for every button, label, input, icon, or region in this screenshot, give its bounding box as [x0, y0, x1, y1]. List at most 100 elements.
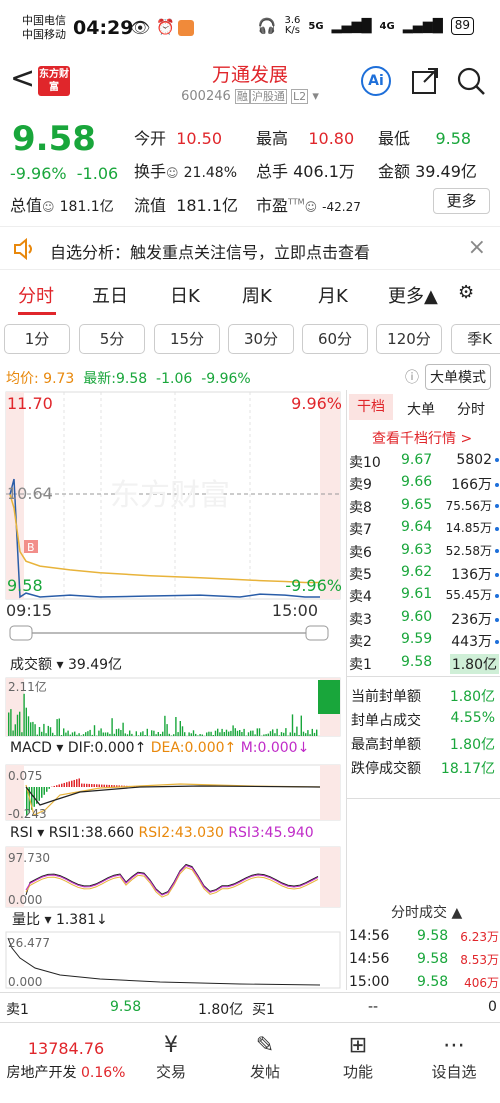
- macd-header[interactable]: MACD ▾ DIF:0.000↑ DEA:0.000↑ M:0.000↓: [10, 740, 309, 756]
- time-sales-title[interactable]: 分时成交 ▲: [391, 902, 462, 922]
- seal-stat-row: 跌停成交额 18.17亿: [351, 758, 497, 778]
- scroll-handle-right[interactable]: [305, 625, 329, 641]
- ask-price: 9.62: [401, 564, 433, 580]
- ask-volume: 14.85万: [446, 519, 499, 536]
- more-quote-button[interactable]: 更多: [433, 188, 490, 214]
- tab-daily-k[interactable]: 日K: [170, 282, 200, 308]
- order-book-panel: 干档 大单 分时 查看千档行情 > 卖10 9.67 5802 卖9 9.66 166万卖…: [346, 390, 500, 990]
- nav-trade[interactable]: ¥ 交易: [146, 1031, 196, 1082]
- ask-row[interactable]: 卖4 9.61 55.45万: [349, 586, 499, 608]
- ask-volume: 52.58万: [446, 542, 499, 559]
- tab-intraday[interactable]: 分时: [18, 282, 54, 308]
- search-icon[interactable]: [456, 66, 486, 96]
- interval-quarter-k[interactable]: 季K: [451, 324, 500, 354]
- speaker-icon: [14, 238, 32, 260]
- tab-big-order[interactable]: 大单: [407, 399, 435, 419]
- status-bar: 中国电信 中国移动 04:29 👁 ⏰ 🎧 3.6 K/s 5G ▂▄▆█ 4G ▂…: [0, 0, 500, 56]
- view-full-book-link[interactable]: 查看千档行情 >: [372, 428, 472, 448]
- ask-row[interactable]: 卖9 9.66 166万: [349, 474, 499, 496]
- close-icon[interactable]: ×: [468, 235, 486, 260]
- tab-five-day[interactable]: 五日: [92, 282, 128, 308]
- tick-time: 15:00: [349, 974, 390, 990]
- ask-price: 9.59: [401, 631, 433, 648]
- ask-row[interactable]: 卖10 9.67 5802: [349, 452, 499, 474]
- ask-level: 卖5: [349, 567, 372, 583]
- tab-time-sales[interactable]: 分时: [457, 399, 485, 419]
- nav-functions[interactable]: ⊞ 功能: [333, 1031, 383, 1082]
- ask-level: 卖1: [349, 656, 372, 673]
- ask-volume: 1.80亿: [449, 653, 499, 674]
- ask-volume: 75.56万: [446, 497, 499, 514]
- interval-5m[interactable]: 5分: [79, 324, 145, 354]
- grid-icon: ⊞: [348, 1033, 368, 1058]
- more-dots-icon: ⋯: [443, 1033, 465, 1058]
- ask-row[interactable]: 卖1 9.58 1.80亿: [349, 653, 499, 676]
- interval-30m[interactable]: 30分: [228, 324, 294, 354]
- tick-price: 9.58: [417, 928, 449, 944]
- signal-bars-icon: ▂▄▆█: [331, 18, 372, 34]
- settings-gear-icon[interactable]: ⚙: [458, 282, 474, 303]
- y-mid-label: 10.64: [7, 484, 53, 503]
- seal-stat-row: 当前封单额 1.80亿: [351, 686, 497, 706]
- ask-level: 卖8: [349, 499, 372, 516]
- turnover-rate: 换手☺ 21.48%: [134, 162, 238, 181]
- level1-row: 卖1 9.58 1.80亿 买1 -- 0: [0, 992, 500, 1022]
- tab-more[interactable]: 更多▲: [388, 282, 438, 308]
- ask-row[interactable]: 卖3 9.60 236万: [349, 609, 499, 631]
- ask-price: 9.65: [401, 496, 433, 513]
- buy1-volume: 0: [488, 999, 497, 1015]
- nav-post[interactable]: ✎ 发帖: [240, 1031, 290, 1082]
- ai-button[interactable]: Ai: [361, 66, 391, 96]
- big-order-mode-button[interactable]: 大单模式: [425, 364, 491, 390]
- analysis-notice[interactable]: 自选分析：触发重点关注信号，立即点击查看 ×: [0, 226, 500, 270]
- tab-level-book[interactable]: 干档: [349, 394, 393, 420]
- market-cap: 总值☺ 181.1亿: [10, 196, 114, 215]
- ask-price: 9.67: [401, 452, 433, 468]
- nav-add-watchlist[interactable]: ⋯ 设自选: [424, 1031, 484, 1082]
- chart-tabs: 分时 五日 日K 周K 月K 更多▲ ⚙: [0, 282, 500, 316]
- ask-volume: 5802: [456, 452, 499, 468]
- pct-bot-label: -9.96%: [285, 576, 342, 595]
- closing-auction-volume: [318, 680, 340, 714]
- ask-row[interactable]: 卖8 9.65 75.56万: [349, 497, 499, 519]
- volume-header[interactable]: 成交额 ▾ 39.49亿: [10, 654, 122, 674]
- ask-level: 卖9: [349, 477, 372, 494]
- macd-top-label: 0.075: [8, 769, 42, 783]
- yuan-icon: ¥: [164, 1033, 178, 1058]
- volume-ratio-header[interactable]: 量比 ▾ 1.381↓: [12, 909, 108, 929]
- interval-60m[interactable]: 60分: [302, 324, 368, 354]
- rsi-header[interactable]: RSI ▾ RSI1:38.660 RSI2:43.030 RSI3:45.94…: [10, 825, 314, 841]
- tab-monthly-k[interactable]: 月K: [318, 282, 348, 308]
- signal-bars-icon: ▂▄▆█: [402, 18, 443, 34]
- interval-1m[interactable]: 1分: [4, 324, 70, 354]
- stat-label: 跌停成交额: [351, 761, 421, 777]
- tick-volume: 6.23万: [460, 930, 499, 944]
- high-price: 最高 10.80: [256, 129, 355, 148]
- battery-indicator: 89: [450, 17, 474, 35]
- interval-120m[interactable]: 120分: [376, 324, 442, 354]
- tick-time: 14:56: [349, 951, 390, 967]
- ask-volume: 55.45万: [446, 586, 499, 603]
- ask-row[interactable]: 卖2 9.59 443万: [349, 631, 499, 653]
- stat-label: 当前封单额: [351, 689, 421, 705]
- tab-weekly-k[interactable]: 周K: [242, 282, 272, 308]
- tick-volume: 406万: [464, 976, 499, 990]
- headphone-icon: 🎧: [257, 17, 277, 35]
- ask-row[interactable]: 卖5 9.62 136万: [349, 564, 499, 586]
- sell1-label: 卖1: [6, 1002, 29, 1018]
- vol-max-label: 2.11亿: [8, 679, 47, 694]
- interval-15m[interactable]: 15分: [154, 324, 220, 354]
- sector-index[interactable]: 13784.76 房地产开发 0.16%: [2, 1029, 130, 1082]
- ask-level: 卖6: [349, 544, 372, 561]
- tick-price: 9.58: [417, 951, 449, 967]
- ask-row[interactable]: 卖6 9.63 52.58万: [349, 542, 499, 564]
- scroll-handle-left[interactable]: [9, 625, 33, 641]
- share-icon[interactable]: [410, 66, 440, 96]
- help-icon[interactable]: ⓘ: [405, 367, 419, 387]
- buy1-price: --: [368, 999, 379, 1015]
- bottom-nav: 13784.76 房地产开发 0.16% ¥ 交易 ✎ 发帖 ⊞ 功能 ⋯ 设自选: [0, 1022, 500, 1103]
- time-start-label: 09:15: [6, 601, 52, 620]
- intraday-chart[interactable]: 东方财富 B 11.70 10.64 9.58 9.96% -9.96% 09:…: [0, 390, 346, 990]
- time-end-label: 15:00: [272, 601, 318, 620]
- ask-row[interactable]: 卖7 9.64 14.85万: [349, 519, 499, 541]
